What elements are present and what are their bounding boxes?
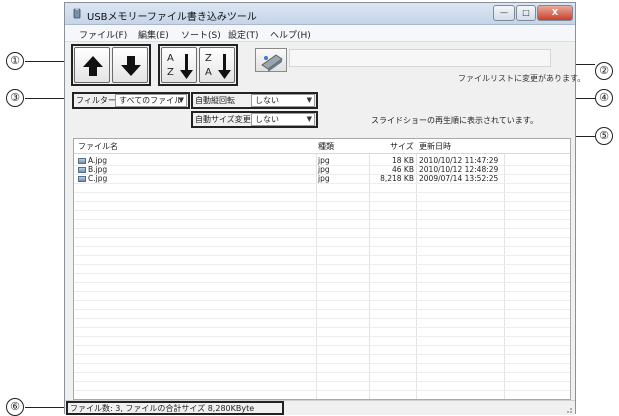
row-line <box>74 201 570 202</box>
table-row[interactable]: C.jpg jpg 8,218 KB 2009/07/14 13:52:25 <box>74 174 570 183</box>
callout-6-leader <box>25 407 66 408</box>
row-line <box>74 354 570 355</box>
file-size-cell: 46 KB <box>392 165 414 174</box>
row-line <box>74 264 570 265</box>
callout-2: ② <box>595 62 613 80</box>
file-name-cell: B.jpg <box>78 165 107 174</box>
callout-5: ⑤ <box>595 127 613 145</box>
file-name-text: C.jpg <box>88 174 108 183</box>
row-line <box>74 255 570 256</box>
row-line <box>74 309 570 310</box>
row-line <box>74 192 570 193</box>
filter-select[interactable]: すべてのファイル ▼ <box>115 94 187 107</box>
list-changed-message: ファイルリストに変更があります。 <box>458 74 586 83</box>
auto-resize-select[interactable]: しない ▼ <box>251 113 315 126</box>
table-row[interactable]: B.jpg jpg 46 KB 2010/10/12 12:48:29 <box>74 165 570 174</box>
callout-6: ⑥ <box>6 398 24 416</box>
row-line <box>74 327 570 328</box>
row-line <box>74 345 570 346</box>
row-line <box>74 210 570 211</box>
row-line <box>74 318 570 319</box>
file-type-cell: jpg <box>318 165 330 174</box>
row-line <box>74 381 570 382</box>
callout-3: ③ <box>6 89 24 107</box>
file-modified-cell: 2010/10/12 11:47:29 <box>419 156 499 165</box>
callout-1: ① <box>6 52 24 70</box>
column-header-type[interactable]: 種類 <box>318 141 334 153</box>
file-type-cell: jpg <box>318 174 330 183</box>
file-name-cell: A.jpg <box>78 156 107 165</box>
menu-bar: ファイル(F) 編集(E) ソート(S) 設定(T) ヘルプ(H) <box>65 25 575 42</box>
filter-select-value: すべてのファイル <box>119 96 183 105</box>
move-up-button[interactable] <box>74 47 110 83</box>
arrow-up-icon <box>83 56 103 76</box>
menu-settings[interactable]: 設定(T) <box>228 28 259 41</box>
row-line <box>74 228 570 229</box>
row-line <box>74 336 570 337</box>
callout-4: ④ <box>595 89 613 107</box>
file-size-cell: 8,218 KB <box>380 174 414 183</box>
menu-sort[interactable]: ソート(S) <box>181 28 221 41</box>
row-line <box>74 291 570 292</box>
row-line <box>74 372 570 373</box>
column-header-size[interactable]: サイズ <box>390 141 414 153</box>
chevron-down-icon: ▼ <box>306 115 312 123</box>
file-size-cell: 18 KB <box>392 156 414 165</box>
row-line <box>74 273 570 274</box>
menu-file[interactable]: ファイル(F) <box>79 28 127 41</box>
menu-help[interactable]: ヘルプ(H) <box>270 28 311 41</box>
sort-descending-button[interactable]: Z A <box>199 47 235 83</box>
header-divider <box>74 153 570 154</box>
maximize-button[interactable]: □ <box>516 5 536 21</box>
row-line <box>74 219 570 220</box>
sort-ascending-button[interactable]: A Z <box>161 47 197 83</box>
resize-grip-icon[interactable] <box>563 404 573 414</box>
row-line <box>74 390 570 391</box>
file-summary-text: ファイル数: 3, ファイルの合計サイズ 8,280KByte <box>70 404 255 413</box>
window-title: USBメモリーファイル書き込みツール <box>87 12 257 23</box>
row-line <box>74 246 570 247</box>
minimize-button[interactable]: — <box>493 5 515 21</box>
file-modified-cell: 2009/07/14 13:52:25 <box>419 174 499 183</box>
slideshow-order-note: スライドショーの再生順に表示されています。 <box>371 116 538 125</box>
auto-resize-select-value: しない <box>255 115 279 124</box>
auto-rotate-select[interactable]: しない ▼ <box>251 94 315 107</box>
chevron-down-icon: ▼ <box>178 96 184 104</box>
app-window: USBメモリーファイル書き込みツール — □ X ファイル(F) 編集(E) ソ… <box>64 2 585 415</box>
file-name-cell: C.jpg <box>78 174 107 183</box>
row-line <box>74 237 570 238</box>
close-button[interactable]: X <box>537 5 573 21</box>
image-file-icon <box>78 158 86 164</box>
move-down-button[interactable] <box>112 47 148 83</box>
image-file-icon <box>78 167 86 173</box>
app-icon <box>73 8 81 19</box>
table-row[interactable]: A.jpg jpg 18 KB 2010/10/12 11:47:29 <box>74 156 570 165</box>
file-modified-cell: 2010/10/12 12:48:29 <box>419 165 499 174</box>
file-name-text: B.jpg <box>88 165 108 174</box>
auto-rotate-label: 自動縦回転 <box>195 96 235 105</box>
menu-edit[interactable]: 編集(E) <box>138 28 169 41</box>
status-bar: ファイル数: 3, ファイルの合計サイズ 8,280KByte <box>65 400 575 415</box>
row-line <box>74 282 570 283</box>
chevron-down-icon: ▼ <box>306 96 312 104</box>
row-line <box>74 300 570 301</box>
write-to-usb-button[interactable] <box>255 48 287 72</box>
image-file-icon <box>78 176 86 182</box>
auto-rotate-select-value: しない <box>255 96 279 105</box>
row-line <box>74 183 570 184</box>
title-bar: USBメモリーファイル書き込みツール — □ X <box>65 3 575 25</box>
progress-area <box>289 49 551 67</box>
file-type-cell: jpg <box>318 156 330 165</box>
row-line <box>74 363 570 364</box>
filter-label: フィルター <box>76 96 116 105</box>
column-header-name[interactable]: ファイル名 <box>78 141 118 153</box>
sort-down-arrow-icon <box>218 54 231 79</box>
file-name-text: A.jpg <box>88 156 107 165</box>
usb-write-icon <box>261 54 283 72</box>
arrow-down-icon <box>121 56 141 76</box>
column-header-modified[interactable]: 更新日時 <box>419 141 451 153</box>
sort-down-arrow-icon <box>180 54 193 79</box>
file-list[interactable]: ファイル名 種類 サイズ 更新日時 A.jpg jpg 18 KB 2010/1… <box>73 138 571 400</box>
auto-resize-label: 自動サイズ変更 <box>195 115 251 124</box>
